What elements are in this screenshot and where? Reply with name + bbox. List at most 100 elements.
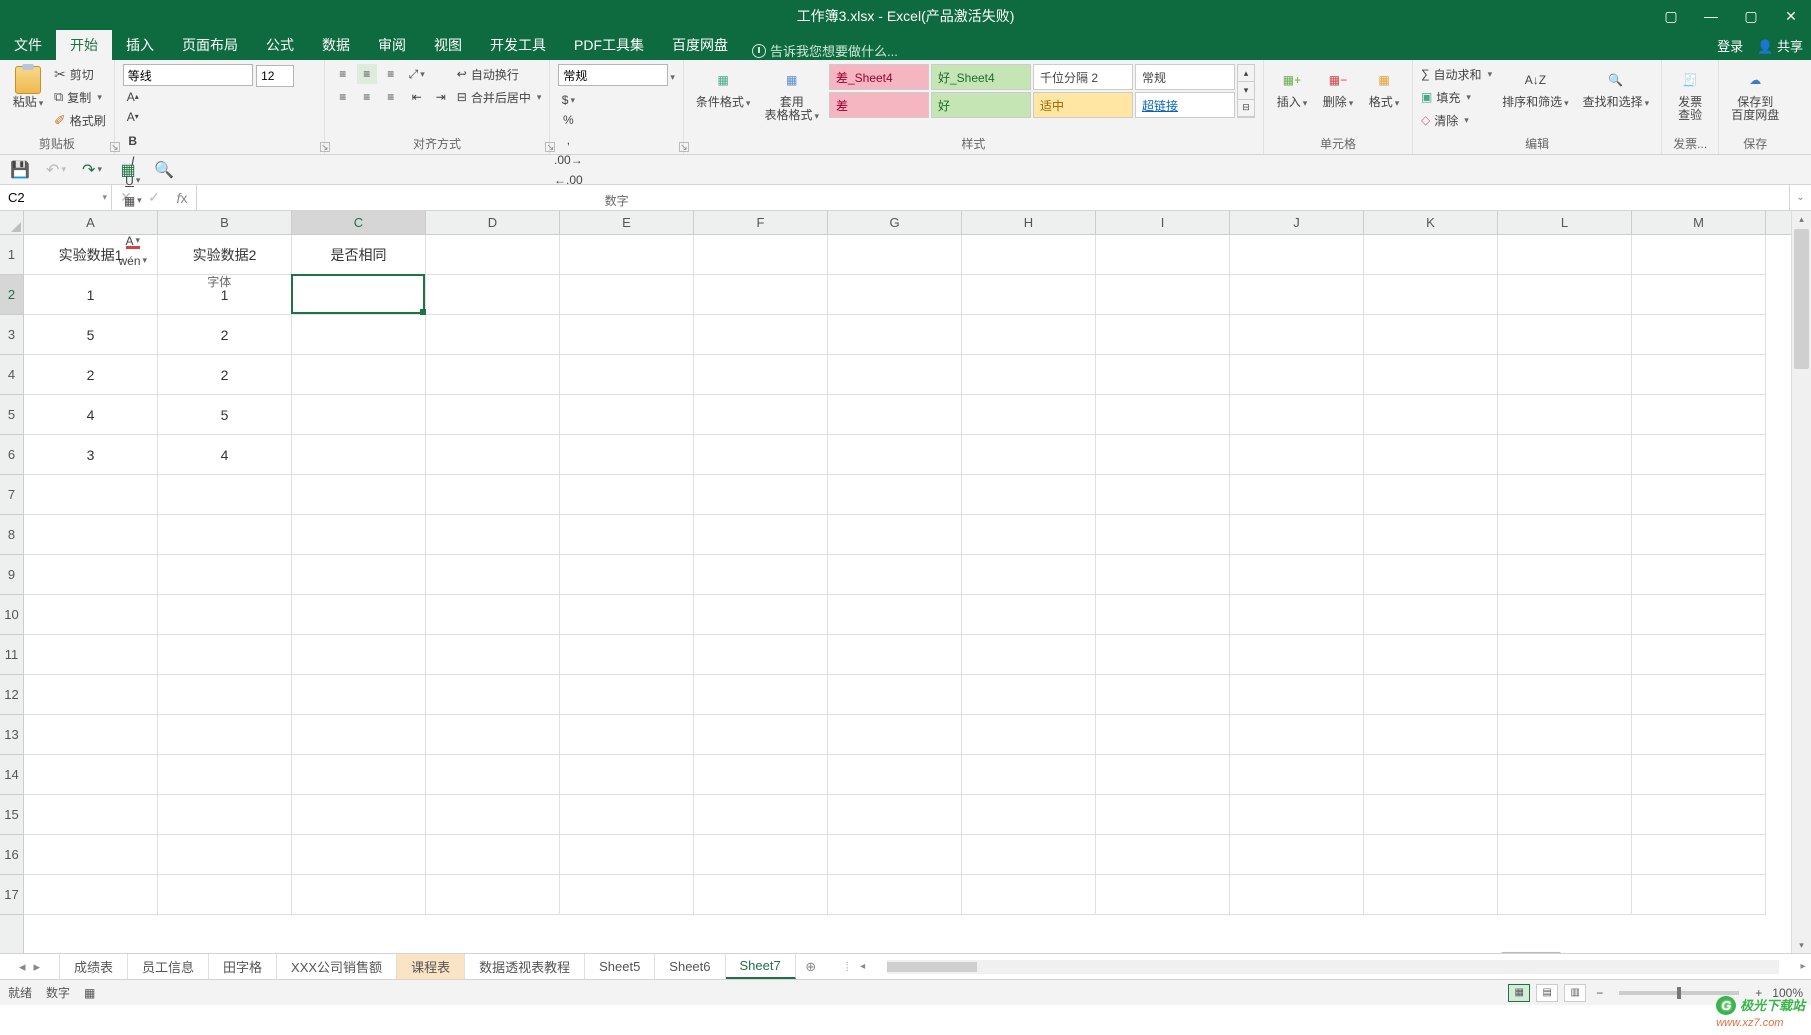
cell-A15[interactable] (24, 795, 158, 835)
cell-K7[interactable] (1364, 475, 1498, 515)
cell-A13[interactable] (24, 715, 158, 755)
cell-I15[interactable] (1096, 795, 1230, 835)
cell-F16[interactable] (694, 835, 828, 875)
row-header-17[interactable]: 17 (0, 875, 23, 915)
cell-D3[interactable] (426, 315, 560, 355)
tab-视图[interactable]: 视图 (420, 30, 476, 60)
formula-input[interactable] (197, 185, 1789, 210)
cell-H13[interactable] (962, 715, 1096, 755)
cell-A14[interactable] (24, 755, 158, 795)
cell-G12[interactable] (828, 675, 962, 715)
cell-D4[interactable] (426, 355, 560, 395)
grow-font[interactable]: A▴ (123, 87, 143, 107)
number-format[interactable] (558, 64, 668, 86)
row-header-7[interactable]: 7 (0, 475, 23, 515)
cell-K17[interactable] (1364, 875, 1498, 915)
cell-F5[interactable] (694, 395, 828, 435)
hscroll-thumb[interactable] (887, 962, 977, 972)
align-right[interactable]: ≡ (381, 87, 401, 107)
cell-M11[interactable] (1632, 635, 1766, 675)
cell-C13[interactable] (292, 715, 426, 755)
cell-M16[interactable] (1632, 835, 1766, 875)
cell-K15[interactable] (1364, 795, 1498, 835)
italic-button[interactable]: I (123, 151, 143, 171)
cell-C6[interactable] (292, 435, 426, 475)
col-header-K[interactable]: K (1364, 211, 1498, 234)
cell-E5[interactable] (560, 395, 694, 435)
cell-M14[interactable] (1632, 755, 1766, 795)
sort-filter[interactable]: A↓Z排序和筛选▾ (1498, 64, 1573, 112)
tab-插入[interactable]: 插入 (112, 30, 168, 60)
cell-D1[interactable] (426, 235, 560, 275)
qat-undo[interactable]: ↶▾ (46, 160, 66, 180)
sheet-tab-Sheet5[interactable]: Sheet5 (585, 954, 655, 979)
view-page-break[interactable]: ▥ (1564, 984, 1586, 1002)
cell-F8[interactable] (694, 515, 828, 555)
cell-L9[interactable] (1498, 555, 1632, 595)
cell-A17[interactable] (24, 875, 158, 915)
column-headers[interactable]: ABCDEFGHIJKLM (24, 211, 1791, 235)
cell-K10[interactable] (1364, 595, 1498, 635)
horizontal-scrollbar[interactable]: ⦙ ◂ ▸ (846, 954, 1811, 979)
align-left[interactable]: ≡ (333, 87, 353, 107)
accounting-button[interactable]: $▾ (558, 90, 578, 110)
cell-L15[interactable] (1498, 795, 1632, 835)
cell-M12[interactable] (1632, 675, 1766, 715)
cell-K2[interactable] (1364, 275, 1498, 315)
cell-M4[interactable] (1632, 355, 1766, 395)
sheet-tab-成绩表[interactable]: 成绩表 (60, 954, 128, 979)
cell-H3[interactable] (962, 315, 1096, 355)
col-header-A[interactable]: A (24, 211, 158, 234)
cell-E16[interactable] (560, 835, 694, 875)
cell-L4[interactable] (1498, 355, 1632, 395)
cell-B12[interactable] (158, 675, 292, 715)
cell-G13[interactable] (828, 715, 962, 755)
cell-E3[interactable] (560, 315, 694, 355)
cell-G7[interactable] (828, 475, 962, 515)
cell-M5[interactable] (1632, 395, 1766, 435)
cell-B8[interactable] (158, 515, 292, 555)
align-top[interactable]: ≡ (333, 64, 353, 84)
cell-A8[interactable] (24, 515, 158, 555)
indent-button[interactable]: ⇥ (431, 87, 451, 107)
cell-M9[interactable] (1632, 555, 1766, 595)
cell-K6[interactable] (1364, 435, 1498, 475)
col-header-E[interactable]: E (560, 211, 694, 234)
cell-H5[interactable] (962, 395, 1096, 435)
zoom-slider[interactable] (1619, 991, 1739, 995)
cell-K13[interactable] (1364, 715, 1498, 755)
cell-E10[interactable] (560, 595, 694, 635)
cell-G2[interactable] (828, 275, 962, 315)
cell-C16[interactable] (292, 835, 426, 875)
row-header-1[interactable]: 1 (0, 235, 23, 275)
cell-G1[interactable] (828, 235, 962, 275)
format-as-table[interactable]: ▦ 套用 表格格式▾ (760, 64, 823, 125)
cell-C2[interactable] (292, 275, 426, 315)
cell-C5[interactable] (292, 395, 426, 435)
cell-C14[interactable] (292, 755, 426, 795)
sheet-tab-Sheet7[interactable]: Sheet7 (726, 954, 796, 979)
cell-H16[interactable] (962, 835, 1096, 875)
style-cell-2[interactable]: 千位分隔 2 (1033, 64, 1133, 90)
cell-L6[interactable] (1498, 435, 1632, 475)
view-normal[interactable]: ▦ (1508, 984, 1530, 1002)
ribbon-display-options[interactable]: ▢ (1651, 0, 1691, 32)
cell-A10[interactable] (24, 595, 158, 635)
maximize-button[interactable]: ▢ (1731, 0, 1771, 32)
format-cells[interactable]: ▦格式▾ (1364, 64, 1404, 112)
cell-B4[interactable]: 2 (158, 355, 292, 395)
cell-H1[interactable] (962, 235, 1096, 275)
cell-A3[interactable]: 5 (24, 315, 158, 355)
cell-D7[interactable] (426, 475, 560, 515)
cell-F17[interactable] (694, 875, 828, 915)
cell-I3[interactable] (1096, 315, 1230, 355)
cell-I10[interactable] (1096, 595, 1230, 635)
cell-B15[interactable] (158, 795, 292, 835)
row-header-8[interactable]: 8 (0, 515, 23, 555)
cell-E13[interactable] (560, 715, 694, 755)
cell-J9[interactable] (1230, 555, 1364, 595)
status-accessibility[interactable]: ▦ (84, 986, 95, 1000)
find-select[interactable]: 🔍查找和选择▾ (1579, 64, 1654, 112)
autosum-button[interactable]: ∑自动求和▾ (1421, 64, 1492, 84)
cell-I7[interactable] (1096, 475, 1230, 515)
